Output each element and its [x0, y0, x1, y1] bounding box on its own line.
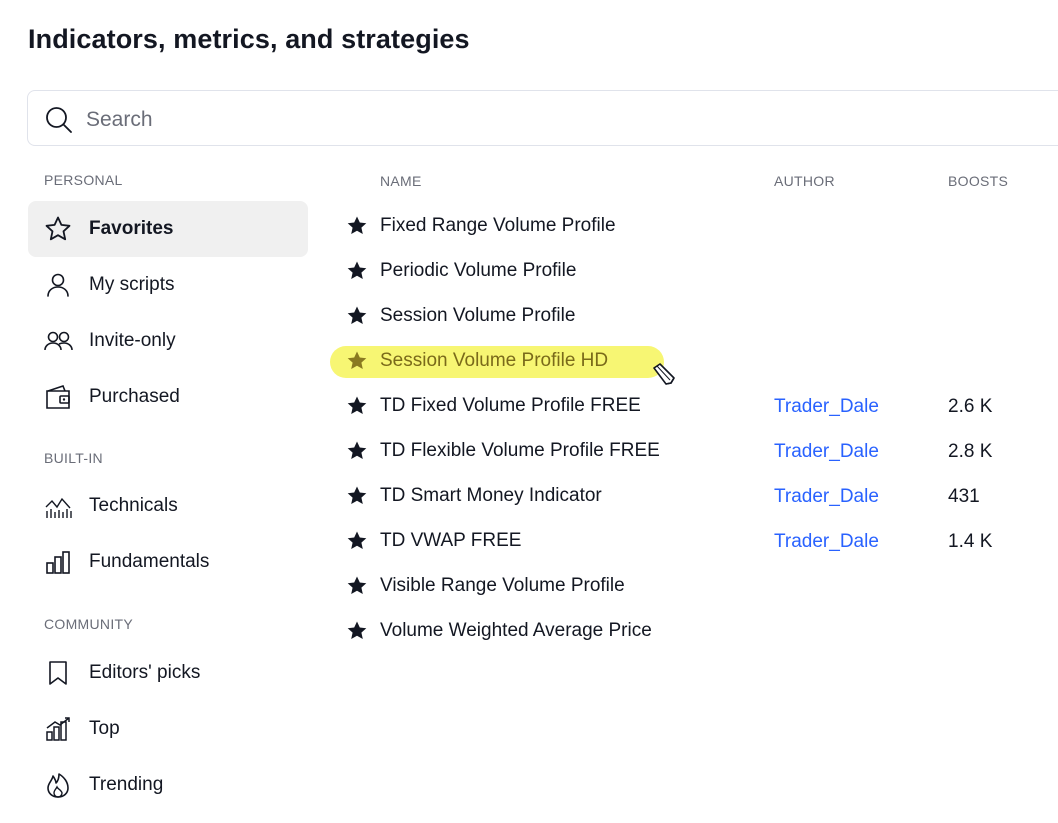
star-filled-icon[interactable]	[346, 440, 368, 462]
star-filled-icon[interactable]	[346, 575, 368, 597]
boosts-count: 2.6 K	[948, 396, 993, 417]
bookmark-icon	[43, 658, 73, 688]
search-input[interactable]	[84, 101, 988, 139]
sidebar-item-top[interactable]: Top	[28, 701, 308, 757]
indicator-name: TD Smart Money Indicator	[380, 485, 602, 506]
sidebar-item-favorites[interactable]: Favorites	[28, 201, 308, 257]
sidebar-item-trending[interactable]: Trending	[28, 757, 308, 813]
indicator-name: TD VWAP FREE	[380, 530, 522, 551]
author-link[interactable]: Trader_Dale	[774, 531, 879, 553]
indicator-name: TD Flexible Volume Profile FREE	[380, 440, 660, 461]
column-header-author[interactable]: AUTHOR	[774, 173, 835, 189]
table-row[interactable]: TD Fixed Volume Profile FREE Trader_Dale…	[340, 386, 1058, 426]
sidebar-item-label: Purchased	[89, 386, 180, 407]
table-row[interactable]: TD Smart Money Indicator Trader_Dale 431	[340, 476, 1058, 516]
star-outline-icon	[43, 214, 73, 244]
boosts-count: 431	[948, 486, 980, 507]
author-link[interactable]: Trader_Dale	[774, 441, 879, 463]
sidebar-item-label: Top	[89, 718, 120, 739]
section-label-community: COMMUNITY	[44, 616, 134, 632]
author-link[interactable]: Trader_Dale	[774, 486, 879, 508]
sidebar-item-my-scripts[interactable]: My scripts	[28, 257, 308, 313]
table-row[interactable]: TD VWAP FREE Trader_Dale 1.4 K	[340, 521, 1058, 561]
flame-icon	[43, 770, 73, 800]
sidebar-item-label: Technicals	[89, 495, 178, 516]
indicator-name: Periodic Volume Profile	[380, 260, 577, 281]
star-filled-icon[interactable]	[346, 530, 368, 552]
sidebar-item-label: Editors' picks	[89, 662, 201, 683]
table-row[interactable]: Volume Weighted Average Price	[340, 611, 1058, 651]
table-row[interactable]: Session Volume Profile HD	[340, 341, 1058, 381]
user-icon	[43, 270, 73, 300]
sidebar-item-label: Fundamentals	[89, 551, 210, 572]
table-row[interactable]: Session Volume Profile	[340, 296, 1058, 336]
fundamentals-icon	[43, 547, 73, 577]
page-title: Indicators, metrics, and strategies	[28, 24, 470, 54]
sidebar-item-purchased[interactable]: Purchased	[28, 369, 308, 425]
boosts-count: 1.4 K	[948, 531, 993, 552]
sidebar-item-label: Favorites	[89, 218, 174, 239]
indicator-name: Session Volume Profile	[380, 305, 576, 326]
technicals-icon	[43, 491, 73, 521]
star-filled-icon[interactable]	[346, 260, 368, 282]
table-row[interactable]: TD Flexible Volume Profile FREE Trader_D…	[340, 431, 1058, 471]
indicator-name: Volume Weighted Average Price	[380, 620, 652, 641]
section-label-personal: PERSONAL	[44, 172, 123, 188]
table-row[interactable]: Visible Range Volume Profile	[340, 566, 1058, 606]
sidebar-item-label: My scripts	[89, 274, 175, 295]
indicator-name: Session Volume Profile HD	[380, 350, 609, 371]
star-filled-icon[interactable]	[346, 395, 368, 417]
star-filled-icon[interactable]	[346, 305, 368, 327]
users-icon	[43, 326, 73, 356]
wallet-icon	[43, 382, 73, 412]
indicator-name: TD Fixed Volume Profile FREE	[380, 395, 641, 416]
column-header-name[interactable]: NAME	[380, 173, 422, 189]
section-label-built-in: BUILT-IN	[44, 450, 103, 466]
sidebar-item-fundamentals[interactable]: Fundamentals	[28, 534, 308, 590]
table-row[interactable]: Periodic Volume Profile	[340, 251, 1058, 291]
author-link[interactable]: Trader_Dale	[774, 396, 879, 418]
sidebar-item-editors-picks[interactable]: Editors' picks	[28, 645, 308, 701]
search-box[interactable]	[27, 90, 1058, 146]
star-filled-icon[interactable]	[346, 215, 368, 237]
top-chart-icon	[43, 714, 73, 744]
search-icon	[46, 107, 72, 133]
sidebar-item-technicals[interactable]: Technicals	[28, 478, 308, 534]
star-filled-icon[interactable]	[346, 485, 368, 507]
highlighter-cursor-icon	[653, 363, 675, 385]
star-filled-icon[interactable]	[346, 620, 368, 642]
table-row[interactable]: Fixed Range Volume Profile	[340, 206, 1058, 246]
indicator-name: Fixed Range Volume Profile	[380, 215, 616, 236]
indicator-name: Visible Range Volume Profile	[380, 575, 625, 596]
sidebar-item-label: Invite-only	[89, 330, 176, 351]
boosts-count: 2.8 K	[948, 441, 993, 462]
sidebar-item-label: Trending	[89, 774, 164, 795]
column-header-boosts[interactable]: BOOSTS	[948, 173, 1008, 189]
star-filled-icon[interactable]	[346, 350, 368, 372]
sidebar-item-invite-only[interactable]: Invite-only	[28, 313, 308, 369]
